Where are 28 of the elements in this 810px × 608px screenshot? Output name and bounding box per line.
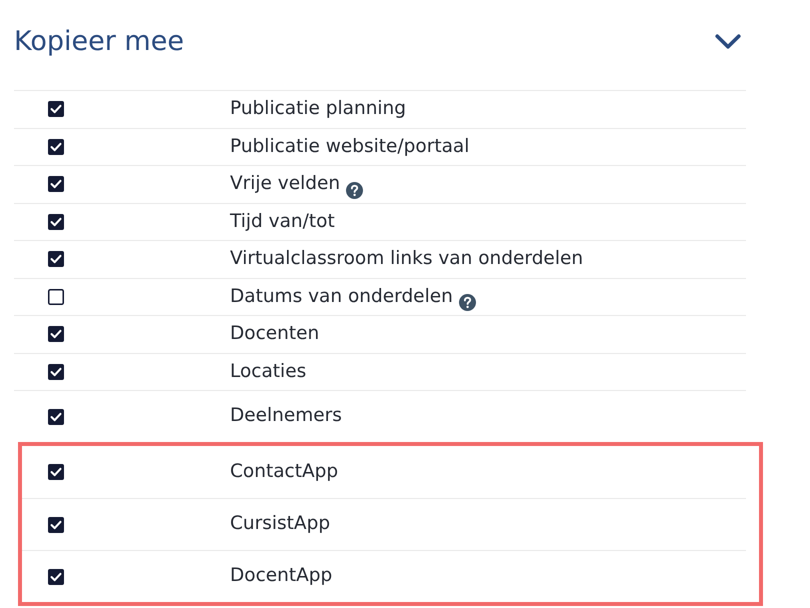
option-label: Publicatie planning (230, 98, 406, 120)
help-icon[interactable] (346, 182, 364, 199)
checkbox[interactable] (48, 138, 64, 155)
checkbox[interactable] (48, 101, 64, 118)
option-label: DocentApp (230, 565, 332, 588)
option-label: Docenten (230, 323, 320, 346)
option-label: Virtualclassroom links van onderdelen (230, 248, 584, 270)
checkbox[interactable] (48, 516, 64, 532)
option-label: Locaties (230, 360, 306, 383)
checkbox[interactable] (48, 214, 64, 230)
checkbox[interactable] (48, 568, 64, 584)
option-label: Tijd van/tot (230, 210, 335, 233)
checkbox[interactable] (48, 176, 64, 192)
chevron-icon[interactable] (715, 34, 741, 50)
checkbox[interactable] (48, 326, 64, 342)
help-icon[interactable] (458, 294, 476, 312)
option-label: Vrije velden (230, 173, 340, 196)
checkbox[interactable] (48, 464, 64, 480)
option-label: Deelnemers (230, 405, 342, 428)
checkbox[interactable] (48, 408, 64, 424)
checkbox[interactable] (48, 251, 64, 268)
option-label: CursistApp (230, 513, 330, 536)
option-label: ContactApp (230, 460, 338, 484)
section-title: Kopieer mee (14, 26, 184, 58)
checkbox[interactable] (48, 288, 64, 305)
checkbox[interactable] (48, 364, 64, 380)
option-label: Datums van onderdelen (230, 286, 453, 308)
option-label: Publicatie website/portaal (230, 136, 470, 158)
